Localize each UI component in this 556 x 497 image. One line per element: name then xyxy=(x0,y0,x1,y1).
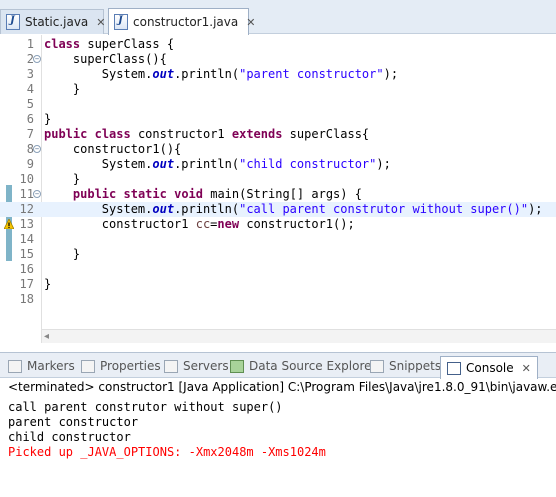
fold-toggle-icon[interactable]: − xyxy=(33,190,41,198)
tab-label: Static.java xyxy=(25,15,89,29)
code-text: } xyxy=(44,112,52,126)
tab-properties[interactable]: Properties xyxy=(81,357,161,375)
console-line: parent constructor xyxy=(8,415,139,429)
code-line[interactable]: 3 System.out.println("parent constructor… xyxy=(0,67,556,82)
code-line[interactable]: 12 System.out.println("call parent const… xyxy=(0,202,556,217)
tab-console[interactable]: Console ✕ xyxy=(440,356,538,379)
java-file-icon xyxy=(6,14,20,30)
code-text: public static void main(String[] args) { xyxy=(72,187,362,201)
warning-icon[interactable] xyxy=(4,219,14,229)
tab-snippets[interactable]: Snippets xyxy=(370,357,441,375)
line-number: 14 xyxy=(19,232,34,246)
tab-label: Markers xyxy=(27,359,75,373)
snippets-icon xyxy=(370,359,384,373)
code-editor[interactable]: 1 class superClass {2− superClass(){3 Sys… xyxy=(0,35,556,343)
tab-servers[interactable]: Servers xyxy=(164,357,229,375)
line-number: 11 xyxy=(19,187,34,201)
code-line[interactable]: 13 constructor1 cc=new constructor1(); xyxy=(0,217,556,232)
line-number: 13 xyxy=(19,217,34,231)
code-text: System.out.println("call parent construt… xyxy=(44,202,543,216)
line-number: 7 xyxy=(26,127,34,141)
line-number: 3 xyxy=(26,67,34,81)
close-icon[interactable]: ✕ xyxy=(96,16,105,29)
code-line[interactable]: 4 } xyxy=(0,82,556,97)
tab-data-source-explorer[interactable]: Data Source Explorer xyxy=(230,357,376,375)
tab-markers[interactable]: Markers xyxy=(8,357,75,375)
console-icon xyxy=(447,361,461,375)
code-line[interactable]: 9 System.out.println("child constructor"… xyxy=(0,157,556,172)
code-text: } xyxy=(44,82,81,96)
markers-icon xyxy=(8,359,22,373)
data-source-explorer-icon xyxy=(230,359,244,373)
tab-label: Servers xyxy=(183,359,229,373)
code-text: constructor1 cc=new constructor1(); xyxy=(44,217,355,231)
code-line[interactable]: 17} xyxy=(0,277,556,292)
line-number: 16 xyxy=(19,262,34,276)
line-number: 15 xyxy=(19,247,34,261)
code-line[interactable]: 2− superClass(){ xyxy=(0,52,556,67)
code-text: public class constructor1 extends superC… xyxy=(44,127,370,141)
java-file-icon xyxy=(114,14,128,30)
line-number: 6 xyxy=(26,112,34,126)
tab-label: Properties xyxy=(100,359,161,373)
code-text: superClass(){ xyxy=(44,52,167,66)
line-number: 18 xyxy=(19,292,34,306)
tab-static-java[interactable]: Static.java ✕ xyxy=(0,9,106,34)
tab-label: Console xyxy=(466,361,514,375)
line-number: 5 xyxy=(26,97,34,111)
code-line[interactable]: 14 xyxy=(0,232,556,247)
editor-horizontal-scrollbar[interactable]: ◂ xyxy=(42,329,556,343)
line-number: 2 xyxy=(26,52,34,66)
code-text: System.out.println("parent constructor")… xyxy=(44,67,399,81)
close-icon[interactable]: ✕ xyxy=(522,362,531,375)
console-output[interactable]: call parent construtor without super() p… xyxy=(0,397,556,497)
code-text: } xyxy=(44,172,81,186)
code-line[interactable]: 16 xyxy=(0,262,556,277)
code-text: } xyxy=(44,277,52,291)
console-line: child constructor xyxy=(8,430,131,444)
code-text: constructor1(){ xyxy=(44,142,182,156)
code-line[interactable]: 15 } xyxy=(0,247,556,262)
line-number: 4 xyxy=(26,82,34,96)
code-line[interactable]: 5 xyxy=(0,97,556,112)
console-status: <terminated> constructor1 [Java Applicat… xyxy=(8,380,556,394)
close-icon[interactable]: ✕ xyxy=(246,16,255,29)
code-line[interactable]: 8− constructor1(){ xyxy=(0,142,556,157)
code-text: class superClass { xyxy=(44,37,175,51)
code-line[interactable]: 1 class superClass { xyxy=(0,37,556,52)
console-error-line: Picked up _JAVA_OPTIONS: -Xmx2048m -Xms1… xyxy=(8,445,326,459)
tab-constructor1-java[interactable]: constructor1.java ✕ xyxy=(108,8,255,35)
fold-toggle-icon[interactable]: − xyxy=(33,145,41,153)
properties-icon xyxy=(81,359,95,373)
code-text: } xyxy=(44,247,81,261)
scroll-left-icon[interactable]: ◂ xyxy=(44,331,49,342)
code-line[interactable]: 7 public class constructor1 extends super… xyxy=(0,127,556,142)
fold-toggle-icon[interactable]: − xyxy=(33,55,41,63)
views-tab-bar: Markers Properties Servers Data Source E… xyxy=(0,352,556,379)
tab-label: constructor1.java xyxy=(133,15,239,29)
line-number: 9 xyxy=(26,157,34,171)
line-number: 8 xyxy=(26,142,34,156)
code-line[interactable]: 18 xyxy=(0,292,556,307)
console-line: call parent construtor without super() xyxy=(8,400,283,414)
tab-label: Data Source Explorer xyxy=(249,359,377,373)
line-number: 17 xyxy=(19,277,34,291)
line-number: 12 xyxy=(19,202,34,216)
code-text: System.out.println("child constructor"); xyxy=(44,157,391,171)
line-number: 1 xyxy=(26,37,34,51)
code-line[interactable]: 6} xyxy=(0,112,556,127)
code-line[interactable]: 11− public static void main(String[] arg… xyxy=(0,187,556,202)
tab-label: Snippets xyxy=(389,359,442,373)
servers-icon xyxy=(164,359,178,373)
editor-tab-bar: Static.java ✕ constructor1.java ✕ xyxy=(0,0,556,35)
code-line[interactable]: 10 } xyxy=(0,172,556,187)
line-number: 10 xyxy=(19,172,34,186)
